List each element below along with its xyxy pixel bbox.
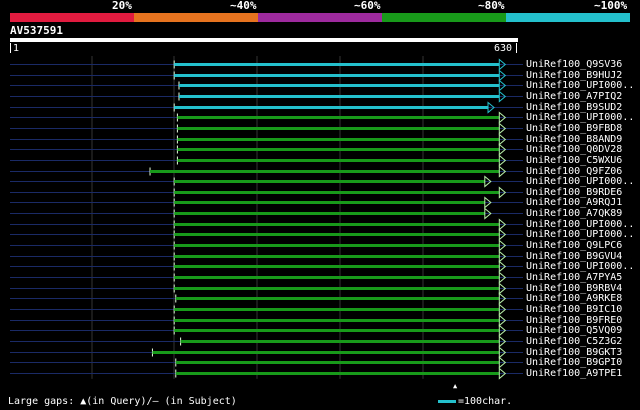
- hit-label[interactable]: UniRef100_C5Z3G2: [526, 336, 640, 347]
- hit-label[interactable]: UniRef100_B9FBD8: [526, 123, 640, 134]
- hit-label[interactable]: UniRef100_UPI000..: [526, 176, 640, 187]
- hit-label[interactable]: UniRef100_Q5VQ09: [526, 325, 640, 336]
- hit-label[interactable]: UniRef100_B9GPI0: [526, 357, 640, 368]
- hit-bar[interactable]: [175, 361, 500, 364]
- hit-bar[interactable]: [179, 95, 500, 98]
- hit-label[interactable]: UniRef100_Q9SV36: [526, 59, 640, 70]
- hit-label[interactable]: UniRef100_A9RQJ1: [526, 197, 640, 208]
- hit-label[interactable]: UniRef100_A7PYA5: [526, 272, 640, 283]
- hit-label[interactable]: UniRef100_Q9LPC6: [526, 240, 640, 251]
- hit-bar[interactable]: [174, 106, 489, 109]
- hit-bar[interactable]: [174, 255, 500, 258]
- hit-label[interactable]: UniRef100_C5WXU6: [526, 155, 640, 166]
- hit-bar[interactable]: [174, 265, 500, 268]
- blast-graphic-overview: 20% ~40% ~60% ~80% ~100% AV537591 1 630 …: [0, 0, 640, 410]
- hit-label[interactable]: UniRef100_UPI000..: [526, 112, 640, 123]
- hit-bar[interactable]: [174, 276, 500, 279]
- hit-bar[interactable]: [174, 244, 500, 247]
- hit-bar[interactable]: [174, 201, 485, 204]
- scale-legend-text: =100char.: [458, 396, 513, 407]
- hit-bar[interactable]: [174, 233, 500, 236]
- hit-bar[interactable]: [177, 127, 500, 130]
- hit-bar[interactable]: [175, 372, 500, 375]
- hit-label[interactable]: UniRef100_A9RKE8: [526, 293, 640, 304]
- hit-bar[interactable]: [177, 148, 500, 151]
- hit-bar[interactable]: [177, 159, 500, 162]
- hit-bar[interactable]: [174, 287, 500, 290]
- hit-bar[interactable]: [180, 340, 500, 343]
- hit-label[interactable]: UniRef100_Q0DV28: [526, 144, 640, 155]
- hit-bar[interactable]: [174, 319, 500, 322]
- hit-bar[interactable]: [174, 74, 500, 77]
- hit-bar[interactable]: [174, 63, 500, 66]
- scale-legend-line: [438, 400, 456, 403]
- hit-bar[interactable]: [177, 138, 500, 141]
- hit-bar[interactable]: [150, 170, 500, 173]
- hit-label[interactable]: UniRef100_B9IC10: [526, 304, 640, 315]
- hit-bar[interactable]: [177, 116, 500, 119]
- hit-bar[interactable]: [174, 308, 500, 311]
- hit-bar[interactable]: [174, 212, 485, 215]
- hit-label[interactable]: UniRef100_A9TPE1: [526, 368, 640, 379]
- hit-label[interactable]: UniRef100_UPI000..: [526, 80, 640, 91]
- query-gap-marker: ▲: [453, 382, 458, 390]
- hit-label[interactable]: UniRef100_A7QK89: [526, 208, 640, 219]
- hit-label[interactable]: UniRef100_UPI000..: [526, 261, 640, 272]
- hit-bar[interactable]: [174, 191, 500, 194]
- hit-bar[interactable]: [152, 351, 500, 354]
- hit-bar[interactable]: [174, 329, 500, 332]
- hit-bar[interactable]: [174, 180, 485, 183]
- hit-bar[interactable]: [179, 84, 500, 87]
- hit-label[interactable]: UniRef100_A7PIQ2: [526, 91, 640, 102]
- hit-label[interactable]: UniRef100_UPI000..: [526, 229, 640, 240]
- hit-bar[interactable]: [175, 297, 500, 300]
- large-gaps-legend: Large gaps: ▲(in Query)/– (in Subject): [8, 396, 237, 407]
- hit-bar[interactable]: [174, 223, 500, 226]
